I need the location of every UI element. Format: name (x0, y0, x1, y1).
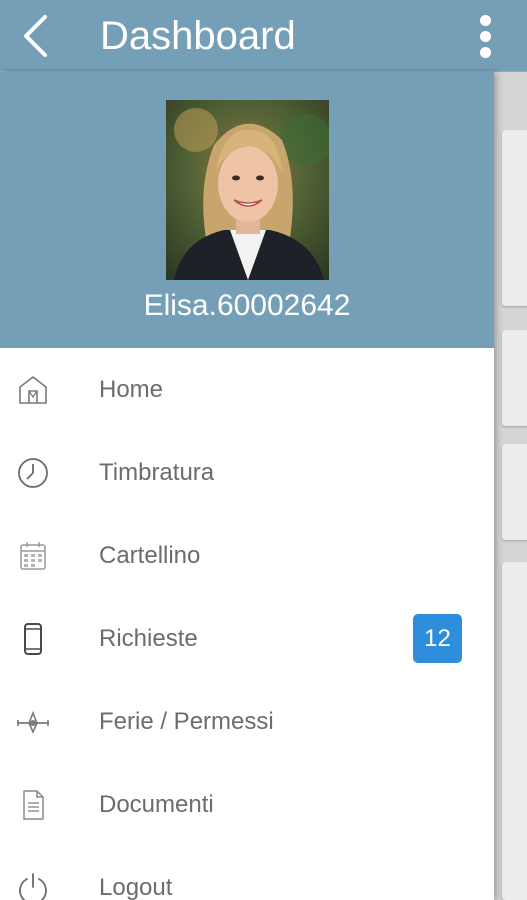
notification-badge: 12 (413, 614, 462, 663)
menu-item-label: Cartellino (99, 541, 201, 569)
menu-item-label: Ferie / Permessi (99, 707, 274, 735)
menu-item-documenti[interactable]: Documenti (0, 763, 494, 846)
menu-item-home[interactable]: Home (0, 348, 494, 431)
background-card (502, 444, 527, 540)
menu-item-ferie-permessi[interactable]: Ferie / Permessi (0, 680, 494, 763)
background-card (502, 130, 527, 306)
background-card (502, 562, 527, 900)
navigation-drawer: Elisa.60002642 Home Timbratura Cartellin… (0, 72, 494, 900)
document-icon (14, 786, 52, 824)
background-card (502, 330, 527, 426)
drawer-menu: Home Timbratura Cartellino Richieste 12 … (0, 348, 494, 900)
menu-item-logout[interactable]: Logout (0, 846, 494, 900)
app-screen: Dashboard Elisa.60002642 Home Timbratura… (0, 0, 527, 900)
drawer-header: Elisa.60002642 (0, 72, 494, 348)
avatar[interactable] (166, 100, 329, 280)
airplane-icon (14, 703, 52, 741)
power-icon (14, 869, 52, 900)
profile-photo (166, 100, 329, 280)
more-options-button[interactable] (473, 10, 497, 62)
app-bar: Dashboard (0, 0, 527, 72)
page-title: Dashboard (100, 14, 296, 58)
menu-item-label: Timbratura (99, 458, 215, 486)
calendar-icon (14, 537, 52, 575)
username: Elisa.60002642 (143, 289, 351, 322)
menu-item-label: Logout (99, 873, 173, 900)
more-vertical-icon (479, 14, 491, 26)
clock-icon (14, 454, 52, 492)
menu-item-cartellino[interactable]: Cartellino (0, 514, 494, 597)
smartphone-icon (14, 620, 52, 658)
background-content (494, 72, 527, 900)
menu-item-label: Documenti (99, 790, 214, 818)
menu-item-richieste[interactable]: Richieste 12 (0, 597, 494, 680)
menu-item-timbratura[interactable]: Timbratura (0, 431, 494, 514)
back-button[interactable] (16, 12, 56, 60)
chevron-left-icon (24, 15, 47, 57)
home-icon (14, 371, 52, 409)
menu-item-label: Richieste (99, 624, 198, 652)
menu-item-label: Home (99, 375, 164, 403)
